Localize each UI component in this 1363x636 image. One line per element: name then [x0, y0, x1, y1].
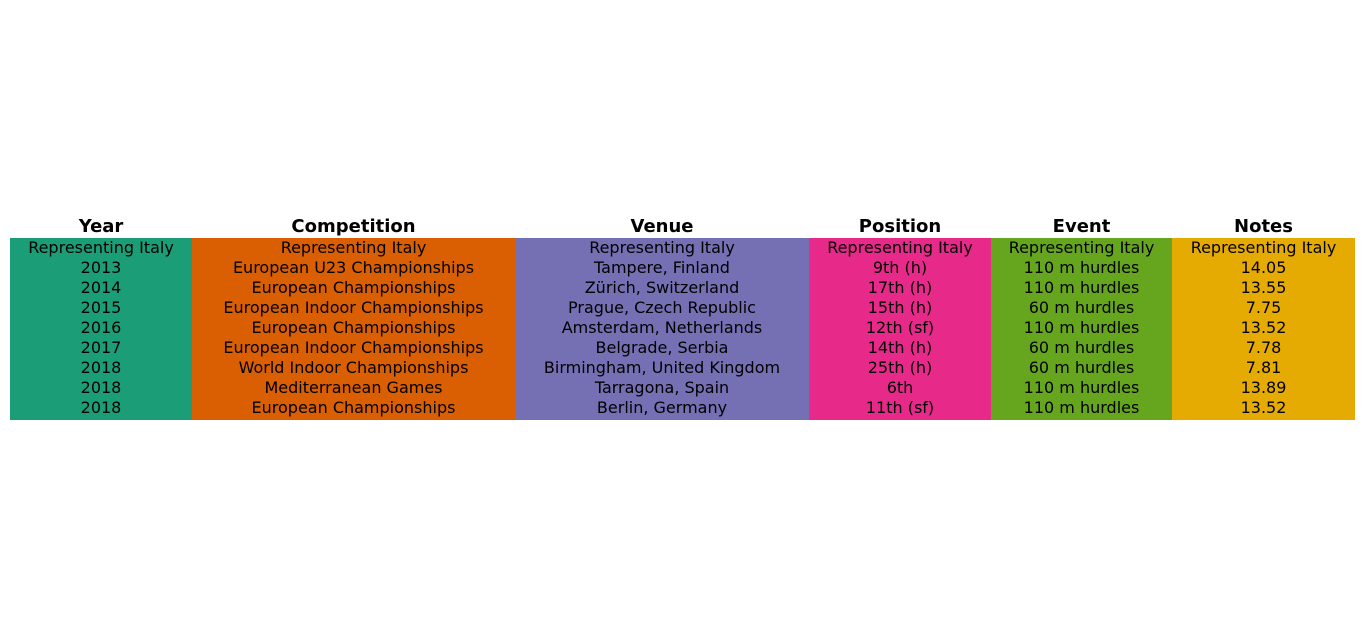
- table-cell-notes: 13.89: [1172, 378, 1355, 398]
- table-row: Representing Italy Representing Italy Repr…: [10, 238, 1355, 258]
- table-row: 2018 World Indoor Championships Birmingham…: [10, 358, 1355, 378]
- table-cell-event: 110 m hurdles: [991, 318, 1172, 338]
- table-cell-notes: 7.81: [1172, 358, 1355, 378]
- table-cell-venue: Representing Italy: [515, 238, 809, 258]
- table-cell-competition: European Championships: [192, 318, 515, 338]
- table-cell-competition: Mediterranean Games: [192, 378, 515, 398]
- table-cell-competition: Representing Italy: [192, 238, 515, 258]
- table-row: 2018 Mediterranean Games Tarragona, Spain 6…: [10, 378, 1355, 398]
- table-cell-position: 14th (h): [809, 338, 991, 358]
- table-cell-year: 2017: [10, 338, 192, 358]
- table-cell-event: 60 m hurdles: [991, 338, 1172, 358]
- table-cell-event: 110 m hurdles: [991, 398, 1172, 420]
- table-cell-year: 2018: [10, 398, 192, 420]
- table-cell-notes: 7.75: [1172, 298, 1355, 318]
- table-cell-year: 2018: [10, 378, 192, 398]
- table-cell-position: 25th (h): [809, 358, 991, 378]
- table-row: 2015 European Indoor Championships Prague,…: [10, 298, 1355, 318]
- table-cell-event: 110 m hurdles: [991, 258, 1172, 278]
- column-header-competition: Competition: [192, 216, 515, 238]
- table-cell-venue: Belgrade, Serbia: [515, 338, 809, 358]
- column-header-position: Position: [809, 216, 991, 238]
- table-cell-competition: European Championships: [192, 278, 515, 298]
- table-cell-notes: 13.55: [1172, 278, 1355, 298]
- table-cell-competition: European Indoor Championships: [192, 338, 515, 358]
- table-cell-notes: 14.05: [1172, 258, 1355, 278]
- table-cell-event: Representing Italy: [991, 238, 1172, 258]
- table-cell-venue: Prague, Czech Republic: [515, 298, 809, 318]
- table-row: 2014 European Championships Zürich, Switze…: [10, 278, 1355, 298]
- table-cell-venue: Birmingham, United Kingdom: [515, 358, 809, 378]
- table-cell-event: 60 m hurdles: [991, 298, 1172, 318]
- table-cell-notes: Representing Italy: [1172, 238, 1355, 258]
- table-cell-venue: Tampere, Finland: [515, 258, 809, 278]
- table-cell-event: 110 m hurdles: [991, 378, 1172, 398]
- table-cell-event: 110 m hurdles: [991, 278, 1172, 298]
- table-cell-notes: 7.78: [1172, 338, 1355, 358]
- table-cell-year: 2013: [10, 258, 192, 278]
- table-cell-position: 15th (h): [809, 298, 991, 318]
- column-header-year: Year: [10, 216, 192, 238]
- table-cell-position: Representing Italy: [809, 238, 991, 258]
- table-cell-venue: Tarragona, Spain: [515, 378, 809, 398]
- table-row: 2016 European Championships Amsterdam, Net…: [10, 318, 1355, 338]
- table-cell-competition: European U23 Championships: [192, 258, 515, 278]
- table-body: Representing Italy Representing Italy Repr…: [10, 238, 1355, 420]
- table-cell-venue: Amsterdam, Netherlands: [515, 318, 809, 338]
- column-header-notes: Notes: [1172, 216, 1355, 238]
- table-cell-year: 2016: [10, 318, 192, 338]
- table-cell-notes: 13.52: [1172, 398, 1355, 420]
- table-cell-event: 60 m hurdles: [991, 358, 1172, 378]
- table-cell-venue: Zürich, Switzerland: [515, 278, 809, 298]
- table-cell-notes: 13.52: [1172, 318, 1355, 338]
- table-header-row: Year Competition Venue Position Event Notes: [10, 216, 1355, 238]
- table-cell-competition: World Indoor Championships: [192, 358, 515, 378]
- table-cell-year: 2014: [10, 278, 192, 298]
- table-cell-position: 9th (h): [809, 258, 991, 278]
- table-cell-year: 2015: [10, 298, 192, 318]
- table-cell-competition: European Championships: [192, 398, 515, 420]
- table-row: 2017 European Indoor Championships Belgrad…: [10, 338, 1355, 358]
- table-row: 2013 European U23 Championships Tampere, F…: [10, 258, 1355, 278]
- table-row: 2018 European Championships Berlin, German…: [10, 398, 1355, 420]
- table-cell-position: 12th (sf): [809, 318, 991, 338]
- table-cell-position: 6th: [809, 378, 991, 398]
- results-table: Year Competition Venue Position Event Notes R…: [10, 216, 1355, 420]
- column-header-venue: Venue: [515, 216, 809, 238]
- results-table-container: Year Competition Venue Position Event Notes R…: [10, 216, 1355, 420]
- table-cell-year: Representing Italy: [10, 238, 192, 258]
- table-cell-venue: Berlin, Germany: [515, 398, 809, 420]
- column-header-event: Event: [991, 216, 1172, 238]
- table-cell-year: 2018: [10, 358, 192, 378]
- table-cell-competition: European Indoor Championships: [192, 298, 515, 318]
- table-cell-position: 17th (h): [809, 278, 991, 298]
- table-cell-position: 11th (sf): [809, 398, 991, 420]
